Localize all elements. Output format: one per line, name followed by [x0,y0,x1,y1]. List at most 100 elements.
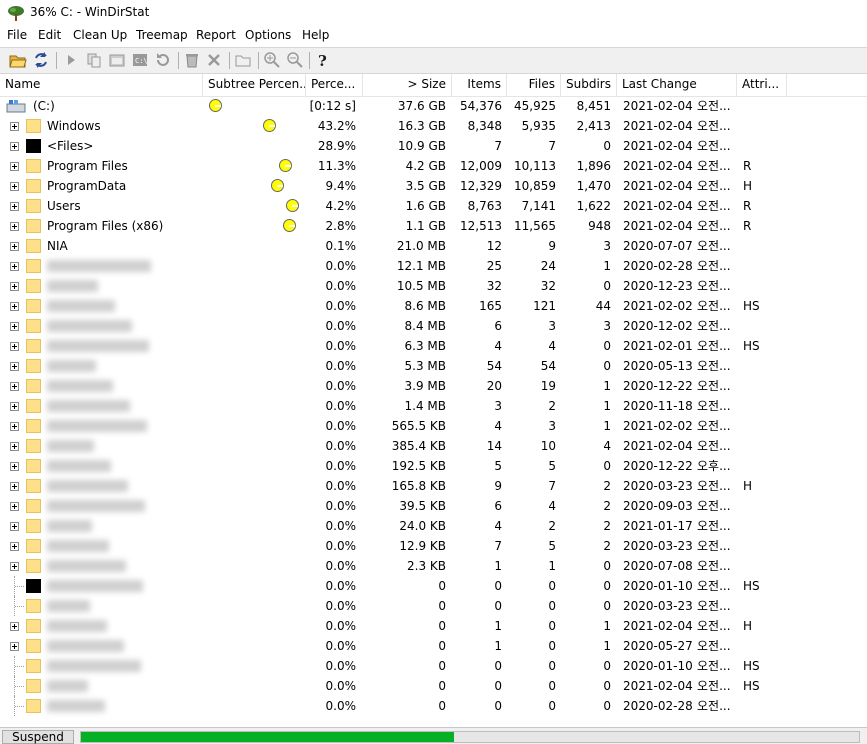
table-row[interactable]: 0.0% 6.3 MB 4 4 0 2021-02-01 오전... HS [0,336,867,356]
column-subtree-percent[interactable]: Subtree Percen... [203,74,306,96]
refresh-selected-icon[interactable] [154,51,172,69]
table-row[interactable]: 0.0% 2.3 KB 1 1 0 2020-07-08 오전... [0,556,867,576]
open-icon[interactable] [9,51,27,69]
directory-list[interactable]: (C:) [0:12 s] 37.6 GB 54,376 45,925 8,451 2021… [0,96,867,726]
expand-toggle-icon[interactable] [10,282,19,291]
column-size[interactable]: > Size [363,74,452,96]
table-row[interactable]: NIA 0.1% 21.0 MB 12 9 3 2020-07-07 오전... [0,236,867,256]
expand-toggle-icon[interactable] [10,462,19,471]
menu-file[interactable]: File [7,28,27,42]
table-row[interactable]: 0.0% 0 0 0 0 2021-02-04 오전... HS [0,676,867,696]
files-cell: 0 [548,659,556,673]
table-row[interactable]: 0.0% 385.4 KB 14 10 4 2021-02-04 오전... [0,436,867,456]
expand-toggle-icon[interactable] [10,522,19,531]
suspend-button[interactable]: Suspend [2,730,74,744]
attributes-cell: HS [743,679,760,693]
table-row[interactable]: 0.0% 192.5 KB 5 5 0 2020-12-22 오후... [0,456,867,476]
expand-toggle-icon[interactable] [10,422,19,431]
files-cell: 45,925 [514,99,556,113]
table-row[interactable]: 0.0% 565.5 KB 4 3 1 2021-02-02 오전... [0,416,867,436]
expand-toggle-icon[interactable] [10,242,19,251]
expand-toggle-icon[interactable] [10,302,19,311]
column-name[interactable]: Name [0,74,203,96]
table-row[interactable]: 0.0% 0 1 0 1 2021-02-04 오전... H [0,616,867,636]
new-folder-icon[interactable] [234,51,252,69]
menu-help[interactable]: Help [302,28,329,42]
table-row[interactable]: 0.0% 8.4 MB 6 3 3 2020-12-02 오전... [0,316,867,336]
table-row[interactable]: 0.0% 0 1 0 1 2020-05-27 오전... [0,636,867,656]
table-row[interactable]: 0.0% 0 0 0 0 2020-03-23 오전... [0,596,867,616]
expand-toggle-icon[interactable] [10,182,19,191]
expand-toggle-icon[interactable] [10,542,19,551]
table-row[interactable]: 0.0% 165.8 KB 9 7 2 2020-03-23 오전... H [0,476,867,496]
expand-toggle-icon[interactable] [10,402,19,411]
table-row[interactable]: 0.0% 12.1 MB 25 24 1 2020-02-28 오전... [0,256,867,276]
zoom-in-icon[interactable] [263,51,281,69]
table-row[interactable]: Program Files 11.3% 4.2 GB 12,009 10,113 1,89… [0,156,867,176]
table-row[interactable]: 0.0% 12.9 KB 7 5 2 2020-03-23 오전... [0,536,867,556]
files-cell: 2 [548,399,556,413]
size-cell: 0 [438,599,446,613]
expand-toggle-icon[interactable] [10,202,19,211]
table-row[interactable]: 0.0% 24.0 KB 4 2 2 2021-01-17 오전... [0,516,867,536]
column-percent[interactable]: Perce... [306,74,363,96]
column-last-change[interactable]: Last Change [617,74,737,96]
expand-toggle-icon[interactable] [10,342,19,351]
menu-edit[interactable]: Edit [38,28,61,42]
column-files[interactable]: Files [507,74,561,96]
expand-toggle-icon[interactable] [10,502,19,511]
expand-toggle-icon[interactable] [10,322,19,331]
column-attributes[interactable]: Attri... [737,74,787,96]
table-row[interactable]: Windows 43.2% 16.3 GB 8,348 5,935 2,413 2021-0… [0,116,867,136]
table-row[interactable]: Users 4.2% 1.6 GB 8,763 7,141 1,622 2021-02-04… [0,196,867,216]
table-row[interactable]: 0.0% 10.5 MB 32 32 0 2020-12-23 오전... [0,276,867,296]
menu-options[interactable]: Options [245,28,291,42]
table-row[interactable]: 0.0% 8.6 MB 165 121 44 2021-02-02 오전... HS [0,296,867,316]
table-row[interactable]: 0.0% 3.9 MB 20 19 1 2020-12-22 오전... [0,376,867,396]
expand-toggle-icon[interactable] [10,562,19,571]
column-subdirs[interactable]: Subdirs [561,74,617,96]
table-row[interactable]: 0.0% 0 0 0 0 2020-01-10 오전... HS [0,576,867,596]
help-icon[interactable]: ? [314,51,332,69]
size-cell: 565.5 KB [391,419,446,433]
expand-toggle-icon[interactable] [10,122,19,131]
menu-report[interactable]: Report [196,28,236,42]
expand-toggle-icon[interactable] [10,622,19,631]
table-row[interactable]: 0.0% 0 0 0 0 2020-02-28 오전... [0,696,867,716]
menu-treemap[interactable]: Treemap [136,28,188,42]
size-cell: 2.3 KB [407,559,446,573]
table-row[interactable]: (C:) [0:12 s] 37.6 GB 54,376 45,925 8,451 2021… [0,96,867,116]
expand-toggle-icon[interactable] [10,382,19,391]
expand-toggle-icon[interactable] [10,482,19,491]
table-row[interactable]: 0.0% 0 0 0 0 2020-01-10 오전... HS [0,656,867,676]
table-row[interactable]: 0.0% 5.3 MB 54 54 0 2020-05-13 오전... [0,356,867,376]
size-cell: 385.4 KB [391,439,446,453]
attributes-cell [743,376,783,396]
expand-toggle-icon[interactable] [10,262,19,271]
table-row[interactable]: <Files> 28.9% 10.9 GB 7 7 0 2021-02-04 오전... [0,136,867,156]
table-row[interactable]: 0.0% 1.4 MB 3 2 1 2020-11-18 오전... [0,396,867,416]
delete-bin-icon[interactable] [183,51,201,69]
column-items[interactable]: Items [452,74,507,96]
table-row[interactable]: Program Files (x86) 2.8% 1.1 GB 12,513 11,56… [0,216,867,236]
folder-icon [26,179,41,193]
table-row[interactable]: ProgramData 9.4% 3.5 GB 12,329 10,859 1,470 20… [0,176,867,196]
copy-icon[interactable] [85,51,103,69]
expand-toggle-icon[interactable] [10,362,19,371]
cmd-icon[interactable]: C:\ [131,51,149,69]
table-row[interactable]: 0.0% 39.5 KB 6 4 2 2020-09-03 오전... [0,496,867,516]
expand-toggle-icon[interactable] [10,142,19,151]
refresh-icon[interactable] [32,51,50,69]
folder-icon [26,399,41,413]
zoom-out-icon[interactable] [286,51,304,69]
percent-cell: 0.0% [325,259,357,273]
subdirs-cell: 0 [603,459,611,473]
delete-icon[interactable] [205,51,223,69]
expand-toggle-icon[interactable] [10,642,19,651]
expand-toggle-icon[interactable] [10,442,19,451]
explorer-icon[interactable] [108,51,126,69]
expand-toggle-icon[interactable] [10,222,19,231]
run-icon[interactable] [62,51,80,69]
expand-toggle-icon[interactable] [10,162,19,171]
menu-clean-up[interactable]: Clean Up [73,28,127,42]
